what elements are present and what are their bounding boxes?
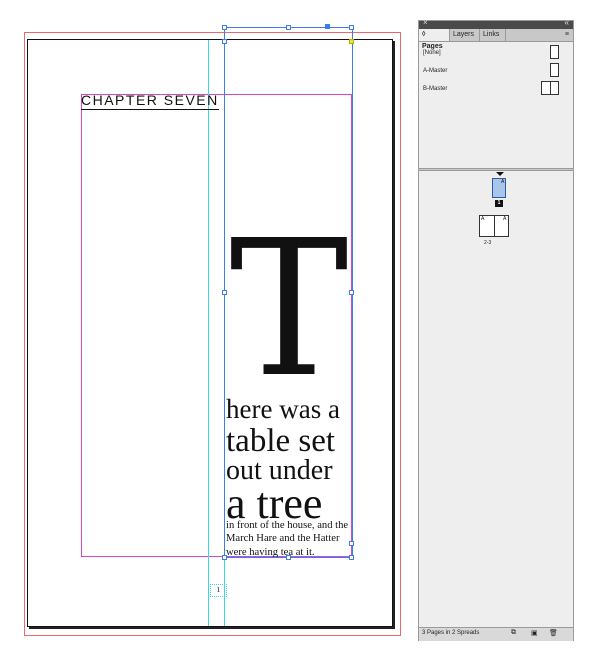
tab-layers[interactable]: Layers	[450, 29, 480, 41]
current-page-indicator-icon	[496, 172, 504, 176]
master-spread-thumbnail	[541, 81, 559, 95]
master-prefix: A	[501, 179, 505, 185]
page-1-thumbnail[interactable]: A	[492, 178, 506, 198]
selected-text-frame[interactable]	[224, 27, 353, 558]
master-prefix-right: A	[503, 216, 507, 222]
pages-panel: × « ◊ Pages Layers Links ≡ [None] A-Mast…	[418, 18, 574, 641]
master-label: B-Master	[423, 86, 448, 92]
master-item-b[interactable]: B-Master	[419, 81, 573, 103]
spread-divider	[494, 216, 495, 236]
master-thumbnail	[550, 63, 559, 77]
new-page-icon[interactable]: ▣	[531, 629, 538, 637]
document-canvas[interactable]: CHAPTER SEVEN T here was a table set out…	[0, 0, 410, 667]
resize-handle-bottom-center[interactable]	[286, 555, 291, 560]
resize-handle-top-right[interactable]	[349, 25, 354, 30]
delete-page-icon[interactable]: 🗑	[549, 629, 558, 637]
spread-2-3-thumbnail[interactable]: A A	[479, 215, 509, 237]
resize-handle-bottom-right[interactable]	[349, 555, 354, 560]
page-1-number-badge: 1	[495, 200, 503, 207]
spread-label: 2-3	[484, 240, 492, 246]
resize-handle-middle-right[interactable]	[349, 290, 354, 295]
master-thumbnail	[550, 45, 559, 59]
panel-titlebar[interactable]: × «	[419, 18, 573, 29]
panel-menu-icon[interactable]: ≡	[565, 29, 569, 41]
panel-tabs: ◊ Pages Layers Links ≡	[419, 29, 573, 50]
resize-handle-top-center[interactable]	[286, 25, 291, 30]
column-guide-left	[208, 40, 209, 626]
resize-handle-top-left[interactable]	[222, 25, 227, 30]
page-count-status: 3 Pages in 2 Spreads	[422, 630, 480, 636]
master-label: A-Master	[423, 68, 448, 74]
resize-handle-middle-left[interactable]	[222, 290, 227, 295]
frame-corner-handle[interactable]	[222, 39, 227, 44]
close-icon[interactable]: ×	[423, 18, 428, 27]
master-prefix-left: A	[481, 216, 485, 222]
resize-handle-bottom-left[interactable]	[222, 555, 227, 560]
edit-page-size-icon[interactable]: ⧉	[511, 629, 516, 637]
collapse-icon[interactable]: «	[565, 18, 569, 27]
page-number-marker[interactable]: 1	[210, 584, 227, 597]
chapter-heading[interactable]: CHAPTER SEVEN	[81, 92, 219, 110]
tab-pages[interactable]: ◊ Pages	[419, 29, 450, 50]
inport-handle[interactable]	[325, 24, 330, 29]
panel-status-bar: 3 Pages in 2 Spreads ⧉ ▣ 🗑	[419, 627, 573, 641]
pages-list: A 1 A A 2-3	[419, 171, 573, 629]
outport-handle[interactable]	[349, 541, 354, 546]
live-corner-widget[interactable]	[349, 39, 354, 44]
master-label: [None]	[423, 50, 441, 56]
tab-links[interactable]: Links	[480, 29, 506, 41]
